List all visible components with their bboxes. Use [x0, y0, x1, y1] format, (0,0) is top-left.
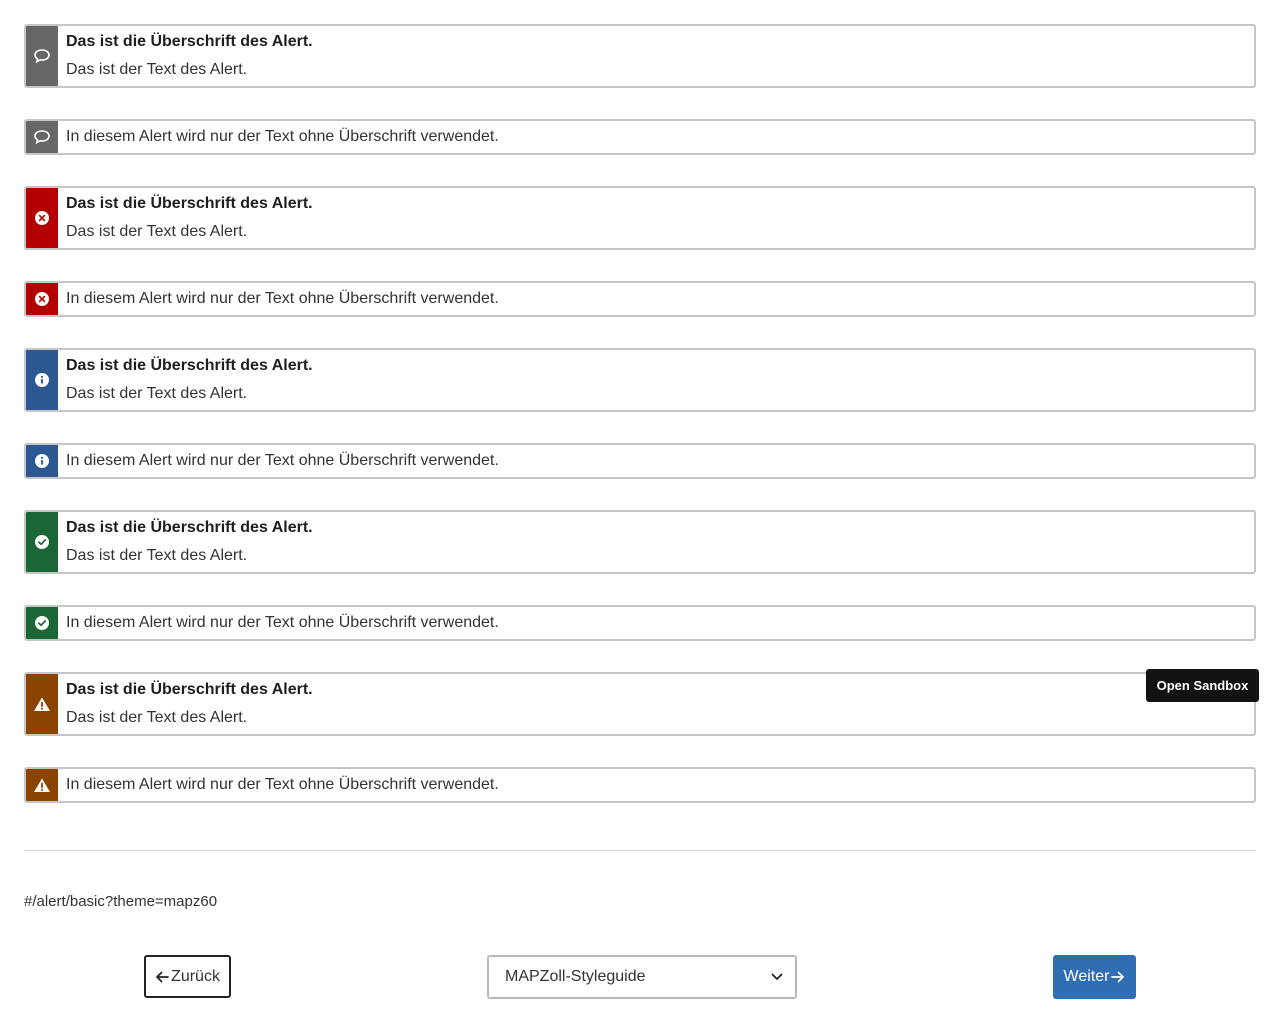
info-circle-icon	[35, 454, 49, 468]
divider	[24, 850, 1256, 851]
alert-text: In diesem Alert wird nur der Text ohne Ü…	[66, 290, 499, 307]
alert-text: In diesem Alert wird nur der Text ohne Ü…	[66, 776, 499, 793]
alert-neutral-text-only: In diesem Alert wird nur der Text ohne Ü…	[24, 119, 1256, 155]
alert-success-text-only: In diesem Alert wird nur der Text ohne Ü…	[24, 605, 1256, 641]
alert-content: In diesem Alert wird nur der Text ohne Ü…	[58, 283, 499, 315]
alert-icon-bar	[26, 350, 58, 410]
alert-content: In diesem Alert wird nur der Text ohne Ü…	[58, 445, 499, 477]
alert-text: Das ist der Text des Alert.	[66, 709, 248, 726]
alert-heading: Das ist die Überschrift des Alert.	[66, 357, 313, 374]
alert-heading: Das ist die Überschrift des Alert.	[66, 195, 313, 212]
alert-success-with-heading: Das ist die Überschrift des Alert. Das i…	[24, 510, 1256, 574]
alert-info-text-only: In diesem Alert wird nur der Text ohne Ü…	[24, 443, 1256, 479]
speech-bubble-icon	[34, 130, 50, 145]
info-circle-icon	[35, 373, 49, 387]
back-button[interactable]: Zurück	[144, 955, 231, 998]
warning-triangle-icon	[34, 778, 50, 792]
error-circle-icon	[35, 292, 49, 306]
arrow-left-icon	[156, 971, 169, 982]
alert-text: In diesem Alert wird nur der Text ohne Ü…	[66, 452, 499, 469]
next-button[interactable]: Weiter	[1053, 955, 1136, 999]
alert-text: In diesem Alert wird nur der Text ohne Ü…	[66, 614, 499, 631]
alert-content: In diesem Alert wird nur der Text ohne Ü…	[58, 121, 499, 153]
back-button-label: Zurück	[171, 967, 220, 985]
alert-icon-bar	[26, 283, 58, 315]
chevron-down-icon	[771, 973, 783, 980]
alert-content: Das ist die Überschrift des Alert. Das i…	[58, 512, 313, 572]
alert-icon-bar	[26, 769, 58, 801]
styleguide-page: Das ist die Überschrift des Alert. Das i…	[0, 0, 1280, 1023]
alert-text: Das ist der Text des Alert.	[66, 61, 248, 78]
alert-icon-bar	[26, 607, 58, 639]
alert-content: Das ist die Überschrift des Alert. Das i…	[58, 26, 313, 86]
alert-icon-bar	[26, 445, 58, 477]
alert-content: Das ist die Überschrift des Alert. Das i…	[58, 188, 313, 248]
open-sandbox-tooltip[interactable]: Open Sandbox	[1146, 669, 1259, 702]
alert-warning-text-only: In diesem Alert wird nur der Text ohne Ü…	[24, 767, 1256, 803]
alert-warning-with-heading: Das ist die Überschrift des Alert. Das i…	[24, 672, 1256, 736]
alert-text: In diesem Alert wird nur der Text ohne Ü…	[66, 128, 499, 145]
error-circle-icon	[35, 211, 49, 225]
alert-content: Das ist die Überschrift des Alert. Das i…	[58, 350, 313, 410]
check-circle-icon	[35, 535, 49, 549]
warning-triangle-icon	[34, 697, 50, 711]
alert-content: Das ist die Überschrift des Alert. Das i…	[58, 674, 313, 734]
alert-content: In diesem Alert wird nur der Text ohne Ü…	[58, 607, 499, 639]
alert-icon-bar	[26, 512, 58, 572]
alert-content: In diesem Alert wird nur der Text ohne Ü…	[58, 769, 499, 801]
alert-text: Das ist der Text des Alert.	[66, 385, 248, 402]
alert-icon-bar	[26, 188, 58, 248]
alert-icon-bar	[26, 26, 58, 86]
alert-error-with-heading: Das ist die Überschrift des Alert. Das i…	[24, 186, 1256, 250]
check-circle-icon	[35, 616, 49, 630]
speech-bubble-icon	[34, 49, 50, 64]
alert-text: Das ist der Text des Alert.	[66, 223, 248, 240]
alert-neutral-with-heading: Das ist die Überschrift des Alert. Das i…	[24, 24, 1256, 88]
next-button-label: Weiter	[1063, 968, 1110, 985]
alert-info-with-heading: Das ist die Überschrift des Alert. Das i…	[24, 348, 1256, 412]
alert-heading: Das ist die Überschrift des Alert.	[66, 681, 313, 698]
styleguide-select-value: MAPZoll-Styleguide	[505, 968, 646, 985]
alert-error-text-only: In diesem Alert wird nur der Text ohne Ü…	[24, 281, 1256, 317]
alert-text: Das ist der Text des Alert.	[66, 547, 248, 564]
alert-heading: Das ist die Überschrift des Alert.	[66, 33, 313, 50]
alert-icon-bar	[26, 674, 58, 734]
alert-icon-bar	[26, 121, 58, 153]
alert-heading: Das ist die Überschrift des Alert.	[66, 519, 313, 536]
styleguide-select[interactable]: MAPZoll-Styleguide	[487, 955, 797, 999]
arrow-right-icon	[1111, 971, 1125, 983]
route-text: #/alert/basic?theme=mapz60	[24, 893, 218, 910]
